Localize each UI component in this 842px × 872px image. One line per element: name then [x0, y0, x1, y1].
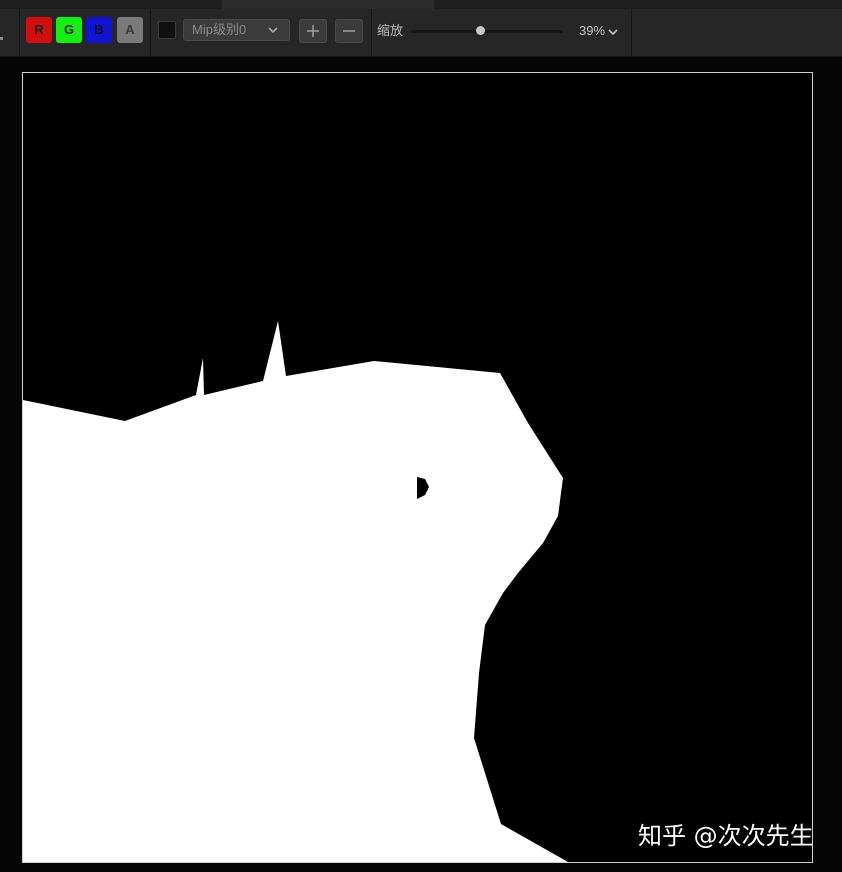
zoom-slider-track[interactable] [411, 30, 563, 33]
blue-channel-toggle[interactable]: B [86, 17, 112, 43]
texture-preview[interactable] [22, 72, 813, 863]
mip-decrease-button[interactable] [335, 19, 363, 43]
mip-increase-button[interactable] [299, 19, 327, 43]
toolbar-separator [19, 9, 20, 56]
red-channel-toggle[interactable]: R [26, 17, 52, 43]
mip-level-value: Mip级别0 [192, 22, 247, 37]
zoom-value-dropdown[interactable]: 39% [579, 23, 605, 39]
alpha-channel-toggle[interactable]: A [117, 17, 143, 43]
chevron-down-icon [268, 27, 278, 34]
chevron-down-icon[interactable] [607, 26, 619, 38]
mip-level-dropdown[interactable]: Mip级别0 [183, 19, 290, 41]
watermark-text: 知乎 @次次先生 [638, 822, 814, 850]
toolbar-separator [631, 9, 632, 56]
plus-icon [307, 25, 319, 37]
zoom-slider-thumb[interactable] [476, 26, 486, 35]
toolbar-separator [150, 9, 151, 56]
toolbar: R G B A Mip级别0 缩放 39% [0, 9, 842, 57]
background-color-swatch[interactable] [158, 21, 176, 39]
texture-editor-window: R G B A Mip级别0 缩放 39% 知乎 @次次先生 [0, 0, 842, 872]
tab-strip [0, 0, 842, 9]
minus-icon [343, 30, 355, 32]
texture-mask-image [23, 73, 812, 862]
green-channel-toggle[interactable]: G [56, 17, 82, 43]
active-tab[interactable] [222, 0, 434, 9]
toolbar-overflow-icon[interactable] [0, 37, 3, 40]
zoom-label: 缩放 [377, 23, 404, 38]
toolbar-separator [371, 9, 372, 56]
